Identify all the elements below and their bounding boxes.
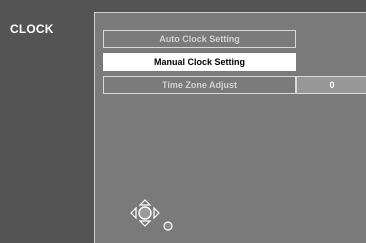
menu-item-auto-clock-setting[interactable]: Auto Clock Setting [103,30,296,48]
up-arrow-icon [138,199,152,206]
ok-button-icon [138,206,152,220]
menu-section-title: CLOCK [10,22,54,36]
time-zone-value[interactable]: 0 [296,76,366,94]
settings-panel: Auto Clock Setting Manual Clock Setting … [94,12,366,243]
menu-item-manual-clock-setting[interactable]: Manual Clock Setting [103,53,296,71]
right-arrow-icon [153,206,160,220]
left-arrow-icon [130,206,137,220]
down-arrow-icon [138,220,152,227]
navigation-pad [125,194,179,232]
menu-item-time-zone-adjust[interactable]: Time Zone Adjust [103,76,296,94]
clock-menu-screen: CLOCK Auto Clock Setting Manual Clock Se… [0,0,366,243]
return-icon [163,221,173,231]
